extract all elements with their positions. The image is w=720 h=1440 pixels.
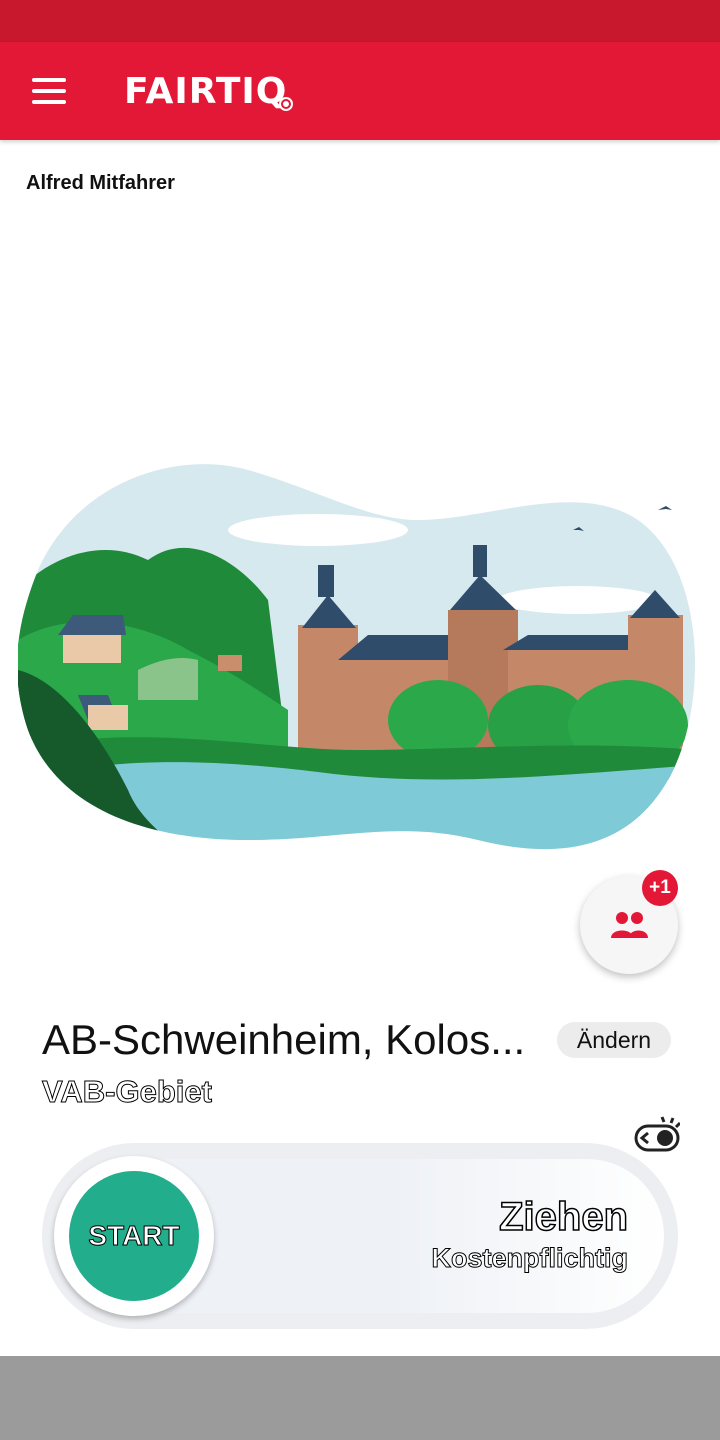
- privacy-toggle-icon[interactable]: [634, 1116, 680, 1152]
- fare-zone: VAB-Gebiet: [42, 1074, 213, 1110]
- logo-dot-icon: [281, 99, 292, 109]
- logo-text: FAIRTIQ: [124, 70, 288, 112]
- menu-line: [32, 78, 66, 82]
- fairtiq-logo: FAIRTIQ: [124, 68, 292, 114]
- people-icon: [611, 912, 648, 938]
- app-bar: FAIRTIQ: [0, 42, 720, 140]
- passenger-count-badge: +1: [642, 870, 678, 906]
- status-bar: [0, 0, 720, 42]
- start-button[interactable]: START: [69, 1171, 199, 1301]
- pull-instructions: Ziehen Kostenpflichtig: [431, 1193, 629, 1275]
- navigation-bar: [0, 1356, 720, 1440]
- castle-landscape-illustration: [18, 464, 696, 850]
- menu-line: [32, 100, 66, 104]
- pull-label: Ziehen: [498, 1194, 628, 1240]
- menu-line: [32, 89, 66, 93]
- change-station-button[interactable]: Ändern: [557, 1022, 671, 1058]
- station-name: AB-Schweinheim, Kolos...: [42, 1016, 526, 1063]
- cost-label: Kostenpflichtig: [431, 1243, 628, 1274]
- menu-button[interactable]: [22, 64, 76, 118]
- user-name: Alfred Mitfahrer: [26, 172, 175, 194]
